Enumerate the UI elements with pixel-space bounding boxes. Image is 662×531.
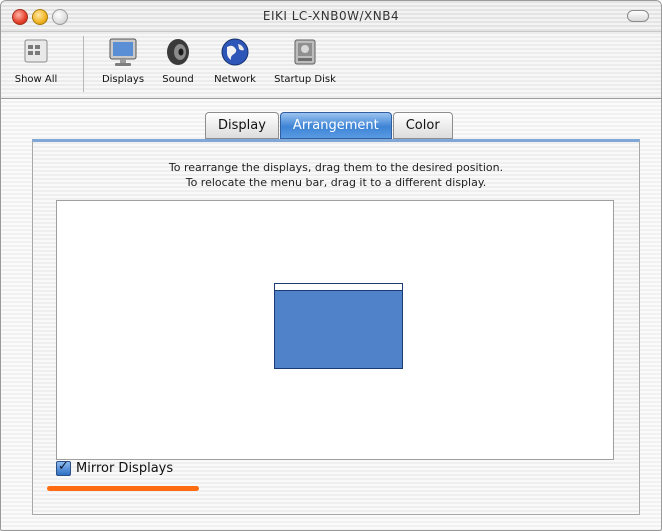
toolbar-separator — [83, 36, 84, 92]
toolbar-toggle-button[interactable] — [627, 10, 649, 22]
startup-disk-label: Startup Disk — [274, 74, 336, 85]
arrangement-panel: To rearrange the displays, drag them to … — [32, 139, 640, 515]
instruction-line-2: To relocate the menu bar, drag it to a d… — [185, 176, 487, 189]
display-arrangement-area — [56, 200, 614, 460]
instruction-text: To rearrange the displays, drag them to … — [33, 160, 639, 190]
tab-display[interactable]: Display — [205, 112, 279, 139]
displays-label: Displays — [101, 74, 145, 85]
monitor-icon — [106, 36, 140, 68]
display-thumbnail[interactable] — [274, 283, 403, 369]
menu-bar-indicator[interactable] — [275, 284, 402, 291]
network-label: Network — [214, 74, 256, 85]
displays-button[interactable]: Displays — [97, 36, 149, 85]
toolbar: Show All Displays Sound Network Startup … — [1, 32, 661, 99]
mirror-displays-label[interactable]: Mirror Displays — [76, 461, 173, 476]
instruction-line-1: To rearrange the displays, drag them to … — [168, 161, 504, 174]
show-all-label: Show All — [14, 74, 58, 85]
sound-label: Sound — [162, 74, 194, 85]
title-bar[interactable]: EIKI LC-XNB0W/XNB4 — [1, 1, 661, 32]
tab-bar: Display Arrangement Color — [205, 112, 454, 139]
show-all-button[interactable]: Show All — [9, 36, 63, 85]
tab-arrangement[interactable]: Arrangement — [279, 112, 392, 139]
mirror-displays-checkbox[interactable]: ✓ — [56, 459, 71, 476]
hard-disk-icon — [288, 36, 322, 68]
mirror-displays-option[interactable]: ✓ Mirror Displays — [56, 459, 173, 476]
preferences-window: EIKI LC-XNB0W/XNB4 Show All Displays Sou… — [0, 0, 662, 531]
checkmark-icon: ✓ — [58, 459, 69, 474]
speaker-icon — [161, 36, 195, 68]
network-button[interactable]: Network — [207, 36, 263, 85]
startup-disk-button[interactable]: Startup Disk — [271, 36, 339, 85]
sound-button[interactable]: Sound — [155, 36, 201, 85]
tab-color[interactable]: Color — [392, 112, 453, 139]
globe-icon — [218, 36, 252, 68]
window-title: EIKI LC-XNB0W/XNB4 — [262, 9, 400, 23]
highlight-underline — [47, 486, 199, 491]
apple-prefs-icon — [19, 36, 53, 68]
